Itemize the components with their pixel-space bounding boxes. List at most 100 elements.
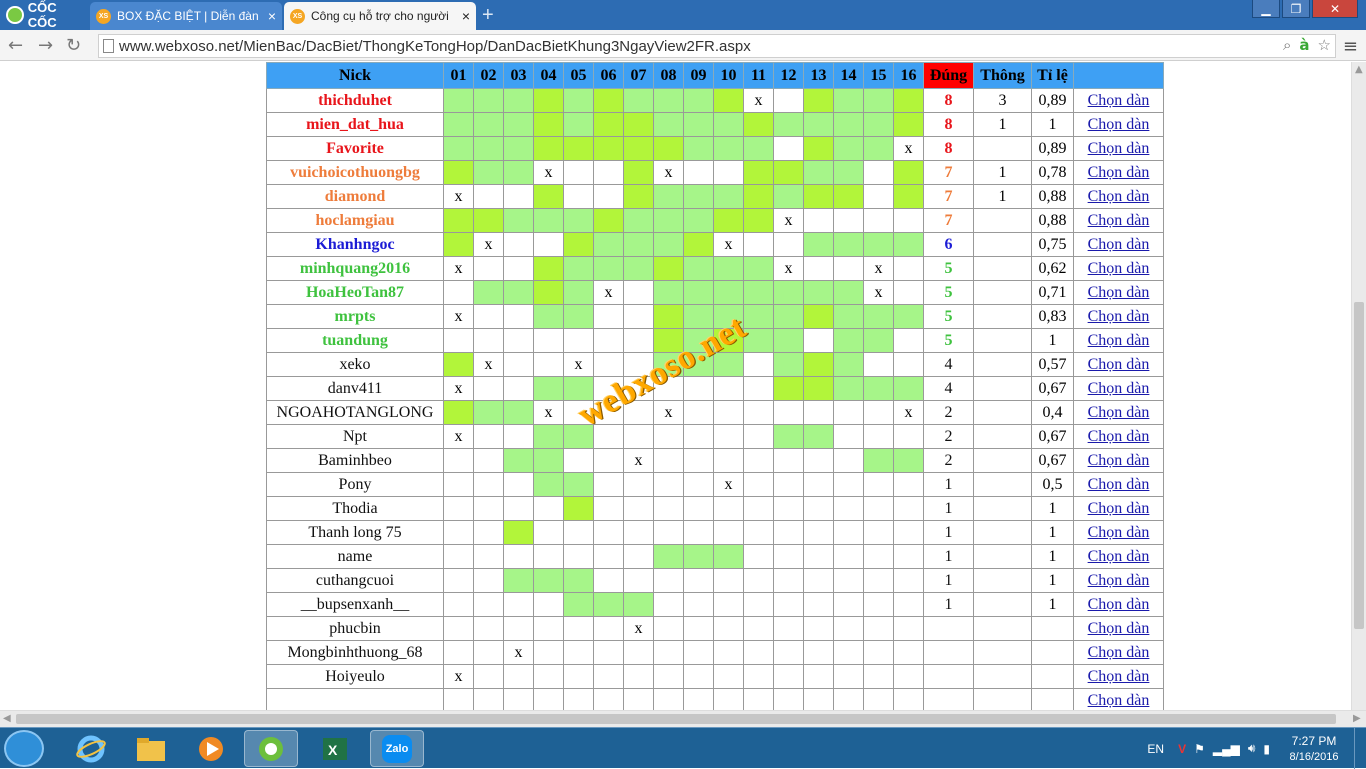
ti-le-cell: 0,88 bbox=[1031, 208, 1074, 233]
number-cell bbox=[833, 424, 864, 449]
number-cell bbox=[503, 376, 534, 401]
action-cell: Chọn dàn bbox=[1073, 376, 1164, 401]
chon-dan-link[interactable]: Chọn dàn bbox=[1088, 380, 1150, 397]
back-arrow-icon[interactable]: ← bbox=[8, 35, 23, 56]
number-cell bbox=[563, 400, 594, 425]
chon-dan-link[interactable]: Chọn dàn bbox=[1088, 116, 1150, 133]
chon-dan-link[interactable]: Chọn dàn bbox=[1088, 644, 1150, 661]
number-cell bbox=[803, 592, 834, 617]
chon-dan-link[interactable]: Chọn dàn bbox=[1088, 524, 1150, 541]
number-cell bbox=[653, 88, 684, 113]
chon-dan-link[interactable]: Chọn dàn bbox=[1088, 212, 1150, 229]
maximize-button[interactable]: ❐ bbox=[1282, 0, 1310, 18]
chon-dan-link[interactable]: Chọn dàn bbox=[1088, 332, 1150, 349]
number-cell bbox=[683, 184, 714, 209]
chon-dan-link[interactable]: Chọn dàn bbox=[1088, 260, 1150, 277]
chon-dan-link[interactable]: Chọn dàn bbox=[1088, 188, 1150, 205]
media-player-icon[interactable] bbox=[184, 730, 238, 767]
menu-icon[interactable]: ≡ bbox=[1343, 36, 1358, 57]
volume-icon[interactable]: 🔊︎ bbox=[1248, 741, 1256, 756]
chon-dan-link[interactable]: Chọn dàn bbox=[1088, 620, 1150, 637]
number-cell bbox=[473, 136, 504, 161]
chon-dan-link[interactable]: Chọn dàn bbox=[1088, 428, 1150, 445]
vertical-scroll-thumb[interactable] bbox=[1354, 302, 1364, 629]
chon-dan-link[interactable]: Chọn dàn bbox=[1088, 476, 1150, 493]
number-cell bbox=[863, 592, 894, 617]
file-explorer-icon[interactable] bbox=[124, 730, 178, 767]
number-cell bbox=[473, 112, 504, 137]
number-cell bbox=[833, 520, 864, 545]
start-button[interactable] bbox=[4, 730, 44, 767]
number-cell bbox=[503, 280, 534, 305]
dung-cell: 5 bbox=[923, 280, 974, 305]
close-window-button[interactable]: ✕ bbox=[1312, 0, 1358, 18]
number-cell bbox=[623, 472, 654, 497]
excel-icon[interactable]: X bbox=[308, 730, 362, 767]
header-col-14: 14 bbox=[833, 62, 864, 89]
chon-dan-link[interactable]: Chọn dàn bbox=[1088, 452, 1150, 469]
page-icon bbox=[103, 39, 114, 53]
number-cell bbox=[443, 160, 474, 185]
coccoc-icon[interactable] bbox=[244, 730, 298, 767]
network-signal-icon[interactable]: ▂▄▆ bbox=[1213, 742, 1240, 756]
chon-dan-link[interactable]: Chọn dàn bbox=[1088, 500, 1150, 517]
number-cell bbox=[743, 280, 774, 305]
internet-explorer-icon[interactable] bbox=[64, 730, 118, 767]
chon-dan-link[interactable]: Chọn dàn bbox=[1088, 548, 1150, 565]
scroll-left-icon[interactable]: ◀ bbox=[3, 713, 11, 724]
close-tab-icon[interactable]: × bbox=[462, 8, 470, 24]
coccoc-assistant-icon[interactable]: à bbox=[1299, 36, 1309, 54]
number-cell: x bbox=[443, 304, 474, 329]
reload-icon[interactable]: ↻ bbox=[66, 35, 81, 56]
flag-icon[interactable]: ⚑ bbox=[1194, 742, 1205, 756]
scroll-up-icon[interactable]: ▲ bbox=[1355, 64, 1363, 75]
thong-cell bbox=[973, 544, 1032, 569]
scroll-right-icon[interactable]: ▶ bbox=[1353, 713, 1361, 724]
url-bar[interactable]: www.webxoso.net/MienBac/DacBiet/ThongKeT… bbox=[98, 34, 1336, 58]
number-cell bbox=[863, 496, 894, 521]
number-cell bbox=[593, 256, 624, 281]
chon-dan-link[interactable]: Chọn dàn bbox=[1088, 140, 1150, 157]
horizontal-scrollbar[interactable]: ◀ ▶ bbox=[0, 710, 1366, 727]
number-cell bbox=[593, 472, 624, 497]
number-cell bbox=[833, 112, 864, 137]
chon-dan-link[interactable]: Chọn dàn bbox=[1088, 596, 1150, 613]
number-cell bbox=[533, 664, 564, 689]
chon-dan-link[interactable]: Chọn dàn bbox=[1088, 308, 1150, 325]
antivirus-icon[interactable]: V bbox=[1178, 742, 1186, 756]
chon-dan-link[interactable]: Chọn dàn bbox=[1088, 236, 1150, 253]
table-row: HoaHeoTan87 x x 5 0,71 Chọn dàn bbox=[266, 280, 1164, 305]
minimize-button[interactable]: ▁ bbox=[1252, 0, 1280, 18]
number-cell bbox=[803, 688, 834, 710]
chon-dan-link[interactable]: Chọn dàn bbox=[1088, 692, 1150, 709]
number-cell bbox=[713, 544, 744, 569]
battery-icon[interactable]: ▮ bbox=[1263, 742, 1270, 756]
show-desktop-button[interactable] bbox=[1354, 728, 1366, 769]
zalo-icon[interactable]: Zalo bbox=[370, 730, 424, 767]
chon-dan-link[interactable]: Chọn dàn bbox=[1088, 356, 1150, 373]
chon-dan-link[interactable]: Chọn dàn bbox=[1088, 284, 1150, 301]
bookmark-star-icon[interactable]: ☆ bbox=[1318, 36, 1331, 54]
forward-arrow-icon[interactable]: → bbox=[38, 35, 53, 56]
chon-dan-link[interactable]: Chọn dàn bbox=[1088, 572, 1150, 589]
number-cell bbox=[533, 592, 564, 617]
number-cell bbox=[863, 328, 894, 353]
horizontal-scroll-thumb[interactable] bbox=[16, 714, 1336, 724]
close-tab-icon[interactable]: × bbox=[268, 8, 276, 24]
tab-cong-cu[interactable]: XS Công cụ hỗ trợ cho người × bbox=[284, 2, 476, 30]
chon-dan-link[interactable]: Chọn dàn bbox=[1088, 92, 1150, 109]
ti-le-cell: 0,89 bbox=[1031, 88, 1074, 113]
chon-dan-link[interactable]: Chọn dàn bbox=[1088, 668, 1150, 685]
coccoc-logo[interactable]: CỐC CỐC bbox=[0, 0, 88, 30]
clock[interactable]: 7:27 PM 8/16/2016 bbox=[1274, 733, 1354, 765]
chon-dan-link[interactable]: Chọn dàn bbox=[1088, 164, 1150, 181]
vertical-scrollbar[interactable]: ▲ bbox=[1351, 62, 1366, 710]
new-tab-icon[interactable]: + bbox=[482, 4, 494, 27]
tab-box-dac-biet[interactable]: XS BOX ĐẶC BIỆT | Diễn đàn × bbox=[90, 2, 282, 30]
nick-cell: hoclamgiau bbox=[266, 208, 444, 233]
number-cell bbox=[743, 208, 774, 233]
language-indicator[interactable]: EN bbox=[1147, 742, 1164, 756]
number-cell bbox=[503, 616, 534, 641]
chon-dan-link[interactable]: Chọn dàn bbox=[1088, 404, 1150, 421]
zoom-icon[interactable]: ⌕ bbox=[1283, 36, 1291, 54]
